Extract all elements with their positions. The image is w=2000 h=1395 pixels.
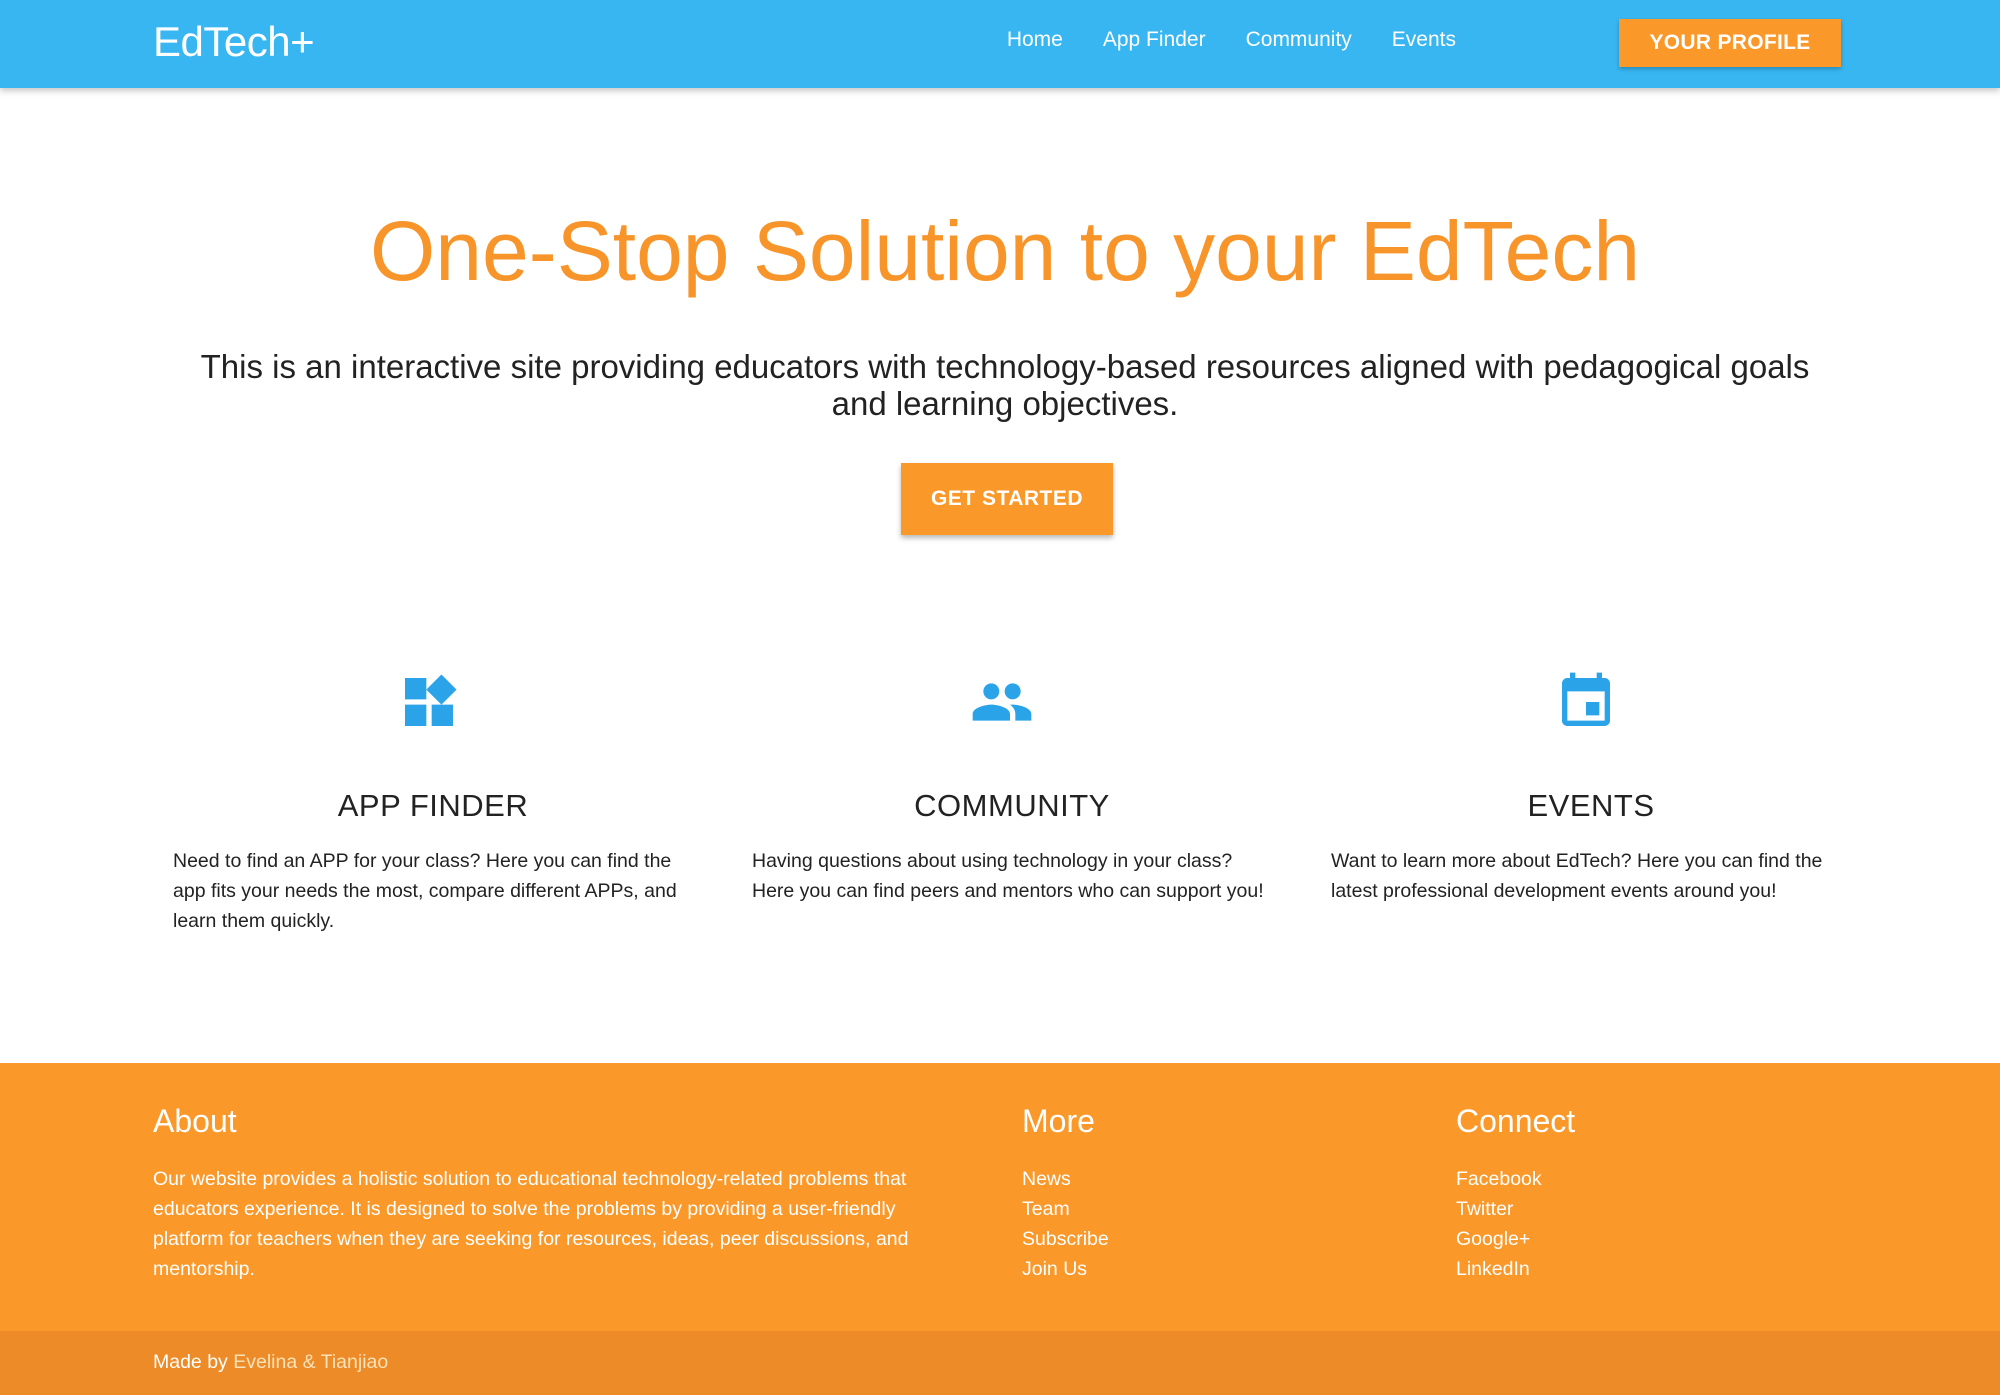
people-icon [972,683,1032,721]
nav-link-events[interactable]: Events [1392,28,1456,52]
feature-description: Need to find an APP for your class? Here… [173,850,677,932]
feature-title: COMMUNITY [914,788,1110,823]
footer-link-twitter[interactable]: Twitter [1456,1194,1542,1224]
footer-link-linkedin[interactable]: LinkedIn [1456,1254,1542,1284]
footer: About Our website provides a holistic so… [0,1063,2000,1331]
widgets-icon [405,674,457,726]
feature-title: APP FINDER [337,788,529,823]
footer-link-google-plus[interactable]: Google+ [1456,1224,1542,1254]
nav-link-app-finder[interactable]: App Finder [1103,28,1206,52]
your-profile-button[interactable]: YOUR PROFILE [1619,19,1841,67]
hero-description: This is an interactive site providing ed… [200,348,1810,422]
footer-more-list: News Team Subscribe Join Us [1022,1164,1109,1284]
footer-link-news[interactable]: News [1022,1164,1109,1194]
feature-description: Having questions about using technology … [752,850,1264,902]
footer-about-text: Our website provides a holistic solution… [153,1168,909,1280]
footer-link-team[interactable]: Team [1022,1194,1109,1224]
credit-authors-link[interactable]: Evelina & Tianjiao [233,1351,388,1373]
get-started-button[interactable]: GET STARTED [901,463,1113,535]
footer-connect-list: Facebook Twitter Google+ LinkedIn [1456,1164,1542,1284]
footer-credit: Made by Evelina & Tianjiao [153,1351,388,1374]
footer-connect-title: Connect [1456,1103,1576,1139]
footer-link-join-us[interactable]: Join Us [1022,1254,1109,1284]
footer-link-subscribe[interactable]: Subscribe [1022,1224,1109,1254]
footer-link-facebook[interactable]: Facebook [1456,1164,1542,1194]
nav-link-home[interactable]: Home [1007,28,1063,52]
footer-about-title: About [153,1103,237,1139]
calendar-icon [1562,672,1610,726]
footer-more-title: More [1022,1103,1095,1139]
nav-link-community[interactable]: Community [1246,28,1352,52]
credit-prefix: Made by [153,1351,234,1373]
top-navbar: EdTech+ Home App Finder Community Events… [0,0,2000,88]
feature-title: EVENTS [1527,788,1655,823]
hero-title: One-Stop Solution to your EdTech [369,204,1641,298]
subfooter: Made by Evelina & Tianjiao [0,1331,2000,1395]
brand-logo[interactable]: EdTech+ [153,18,315,66]
nav-links: Home App Finder Community Events [1007,28,1456,52]
feature-description: Want to learn more about EdTech? Here yo… [1331,850,1823,902]
